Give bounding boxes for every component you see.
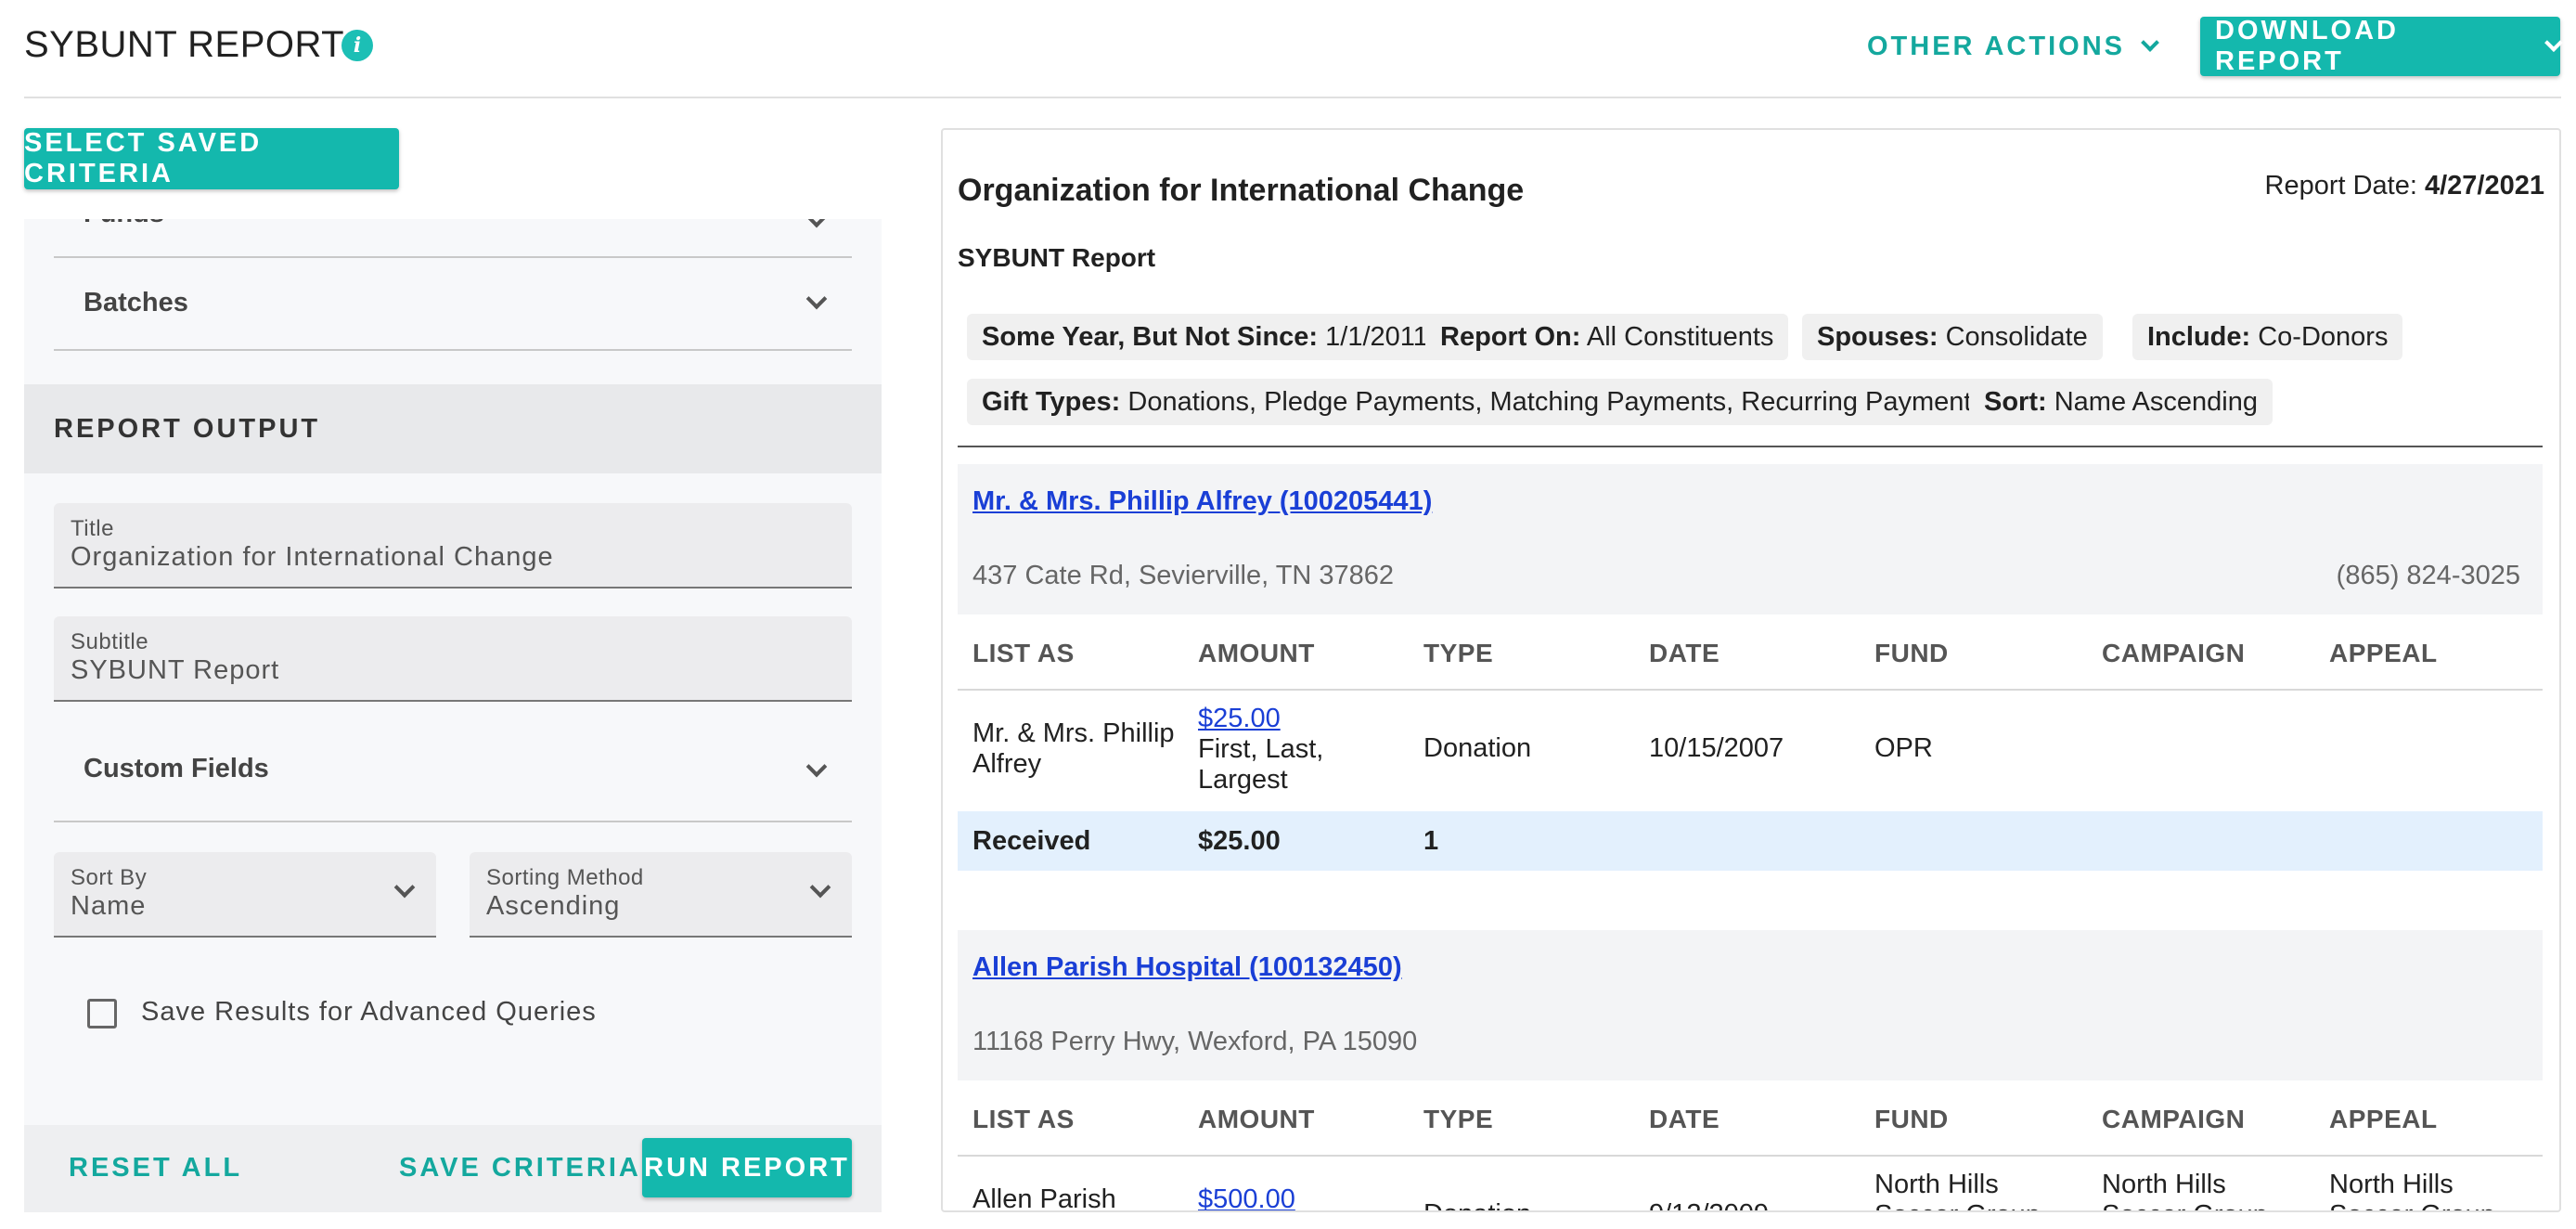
column-header: CAMPAIGN [2102, 639, 2246, 667]
report-org-name: Organization for International Change [958, 173, 1525, 208]
appeal-cell: North Hills Soccer Group [2329, 1170, 2495, 1210]
custom-fields-label: Custom Fields [84, 754, 269, 783]
sorting-method-label: Sorting Method [486, 865, 644, 890]
donor-link[interactable]: Mr. & Mrs. Phillip Alfrey (100205441) [972, 486, 1432, 517]
table-header: LIST AS AMOUNT TYPE DATE FUND CAMPAIGN A… [958, 1080, 2543, 1157]
save-results-label: Save Results for Advanced Queries [141, 997, 597, 1027]
report-date-value: 4/27/2021 [2424, 171, 2544, 201]
list-as-cell: Allen Parish [972, 1184, 1116, 1212]
amount-note: First, Last, Largest [1198, 734, 1324, 795]
column-header: APPEAL [2329, 639, 2438, 667]
chevron-down-icon [2141, 33, 2159, 52]
donor-link[interactable]: Allen Parish Hospital (100132450) [972, 952, 1402, 983]
chevron-down-icon [805, 219, 828, 228]
column-header: FUND [1874, 639, 1949, 667]
criteria-chip: Include: Co-Donors [2132, 314, 2403, 360]
sort-by-label: Sort By [71, 865, 148, 890]
fund-cell: OPR [1874, 733, 1933, 763]
report-preview: Organization for International Change Re… [941, 128, 2561, 1212]
download-report-button[interactable]: DOWNLOAD REPORT [2200, 16, 2563, 76]
chevron-down-icon [809, 876, 831, 899]
download-report-label: DOWNLOAD REPORT [2215, 16, 2399, 76]
chevron-down-icon [2544, 33, 2563, 52]
donor-address: 437 Cate Rd, Sevierville, TN 37862 [972, 561, 1395, 590]
report-output-title: REPORT OUTPUT [54, 414, 321, 444]
donor-address: 11168 Perry Hwy, Wexford, PA 15090 [972, 1027, 1418, 1056]
subtitle-field-value: SYBUNT Report [71, 655, 280, 685]
report-output-header: REPORT OUTPUT [24, 384, 882, 473]
save-criteria-button[interactable]: SAVE CRITERIA [399, 1153, 641, 1184]
title-field-label: Title [71, 516, 114, 541]
column-header: AMOUNT [1198, 1105, 1315, 1133]
funds-accordion[interactable]: Funds [54, 219, 852, 258]
criteria-chip: Gift Types: Donations, Pledge Payments, … [967, 379, 2000, 425]
column-header: DATE [1649, 639, 1720, 667]
info-icon[interactable]: i [341, 30, 373, 61]
sorting-method-select[interactable]: Sorting Method Ascending [470, 852, 852, 938]
total-row: Received $25.00 1 [958, 811, 2543, 871]
amount-link[interactable]: $25.00 [1198, 704, 1281, 733]
column-header: TYPE [1423, 1105, 1494, 1133]
fund-cell: North Hills Soccer Group [1874, 1170, 2041, 1210]
criteria-footer: RESET ALL SAVE CRITERIA RUN REPORT [24, 1125, 882, 1212]
total-count: 1 [1423, 826, 1439, 856]
column-header: APPEAL [2329, 1105, 2438, 1133]
column-header: AMOUNT [1198, 639, 1315, 667]
custom-fields-accordion[interactable]: Custom Fields [54, 735, 852, 822]
date-cell: 10/15/2007 [1649, 733, 1784, 763]
title-field[interactable]: Title Organization for International Cha… [54, 503, 852, 589]
column-header: LIST AS [972, 639, 1075, 667]
column-header: TYPE [1423, 639, 1494, 667]
table-header: LIST AS AMOUNT TYPE DATE FUND CAMPAIGN A… [958, 614, 2543, 691]
divider [958, 446, 2543, 447]
page-title: SYBUNT REPORT [24, 24, 345, 65]
campaign-cell: North Hills Soccer Group [2102, 1170, 2268, 1210]
chevron-down-icon [393, 876, 416, 899]
date-cell: 9/12/2009 [1649, 1199, 1769, 1210]
donor-header: Allen Parish Hospital (100132450) 11168 … [958, 930, 2543, 1080]
sort-by-value: Name [71, 891, 147, 921]
column-header: CAMPAIGN [2102, 1105, 2246, 1133]
chevron-down-icon [805, 756, 828, 778]
criteria-chip: Spouses: Consolidate [1802, 314, 2103, 360]
criteria-chip: Report On: All Constituents [1425, 314, 1789, 360]
funds-label: Funds [84, 219, 164, 229]
report-date: Report Date: 4/27/2021 [2265, 171, 2545, 201]
sorting-method-value: Ascending [486, 891, 621, 921]
subtitle-field[interactable]: Subtitle SYBUNT Report [54, 616, 852, 702]
batches-label: Batches [84, 288, 188, 317]
list-as-cell: Mr. & Mrs. Phillip Alfrey [972, 718, 1175, 779]
column-header: DATE [1649, 1105, 1720, 1133]
type-cell: Donation [1423, 1199, 1531, 1210]
sort-by-select[interactable]: Sort By Name [54, 852, 436, 938]
criteria-chip: Sort: Name Ascending [1969, 379, 2273, 425]
other-actions-button[interactable]: OTHER ACTIONS [1867, 28, 2159, 65]
donor-phone: (865) 824-3025 [2336, 561, 2520, 590]
criteria-chip: Some Year, But Not Since: 1/1/2011 [967, 314, 1443, 360]
total-amount: $25.00 [1198, 826, 1281, 856]
amount-cell: $25.00 First, Last, Largest [1198, 704, 1384, 796]
batches-accordion[interactable]: Batches [54, 258, 852, 351]
amount-cell: $500.00 [1198, 1184, 1384, 1210]
chevron-down-icon [805, 288, 828, 310]
column-header: LIST AS [972, 1105, 1075, 1133]
reset-all-button[interactable]: RESET ALL [69, 1153, 242, 1184]
page-header: SYBUNT REPORT i OTHER ACTIONS DOWNLOAD R… [24, 0, 2563, 98]
subtitle-field-label: Subtitle [71, 629, 149, 654]
title-field-value: Organization for International Change [71, 542, 554, 572]
save-results-checkbox[interactable] [87, 999, 117, 1028]
run-report-button[interactable]: RUN REPORT [642, 1138, 852, 1197]
total-label: Received [972, 826, 1091, 856]
criteria-panel: Funds Batches REPORT OUTPUT Title Organi… [24, 219, 882, 1212]
amount-link[interactable]: $500.00 [1198, 1184, 1295, 1210]
type-cell: Donation [1423, 733, 1532, 763]
select-saved-criteria-button[interactable]: SELECT SAVED CRITERIA [24, 128, 399, 189]
donor-header: Mr. & Mrs. Phillip Alfrey (100205441) 43… [958, 464, 2543, 614]
report-date-label: Report Date: [2264, 171, 2425, 201]
column-header: FUND [1874, 1105, 1949, 1133]
report-subtitle: SYBUNT Report [958, 243, 1156, 272]
other-actions-label: OTHER ACTIONS [1867, 31, 2125, 61]
